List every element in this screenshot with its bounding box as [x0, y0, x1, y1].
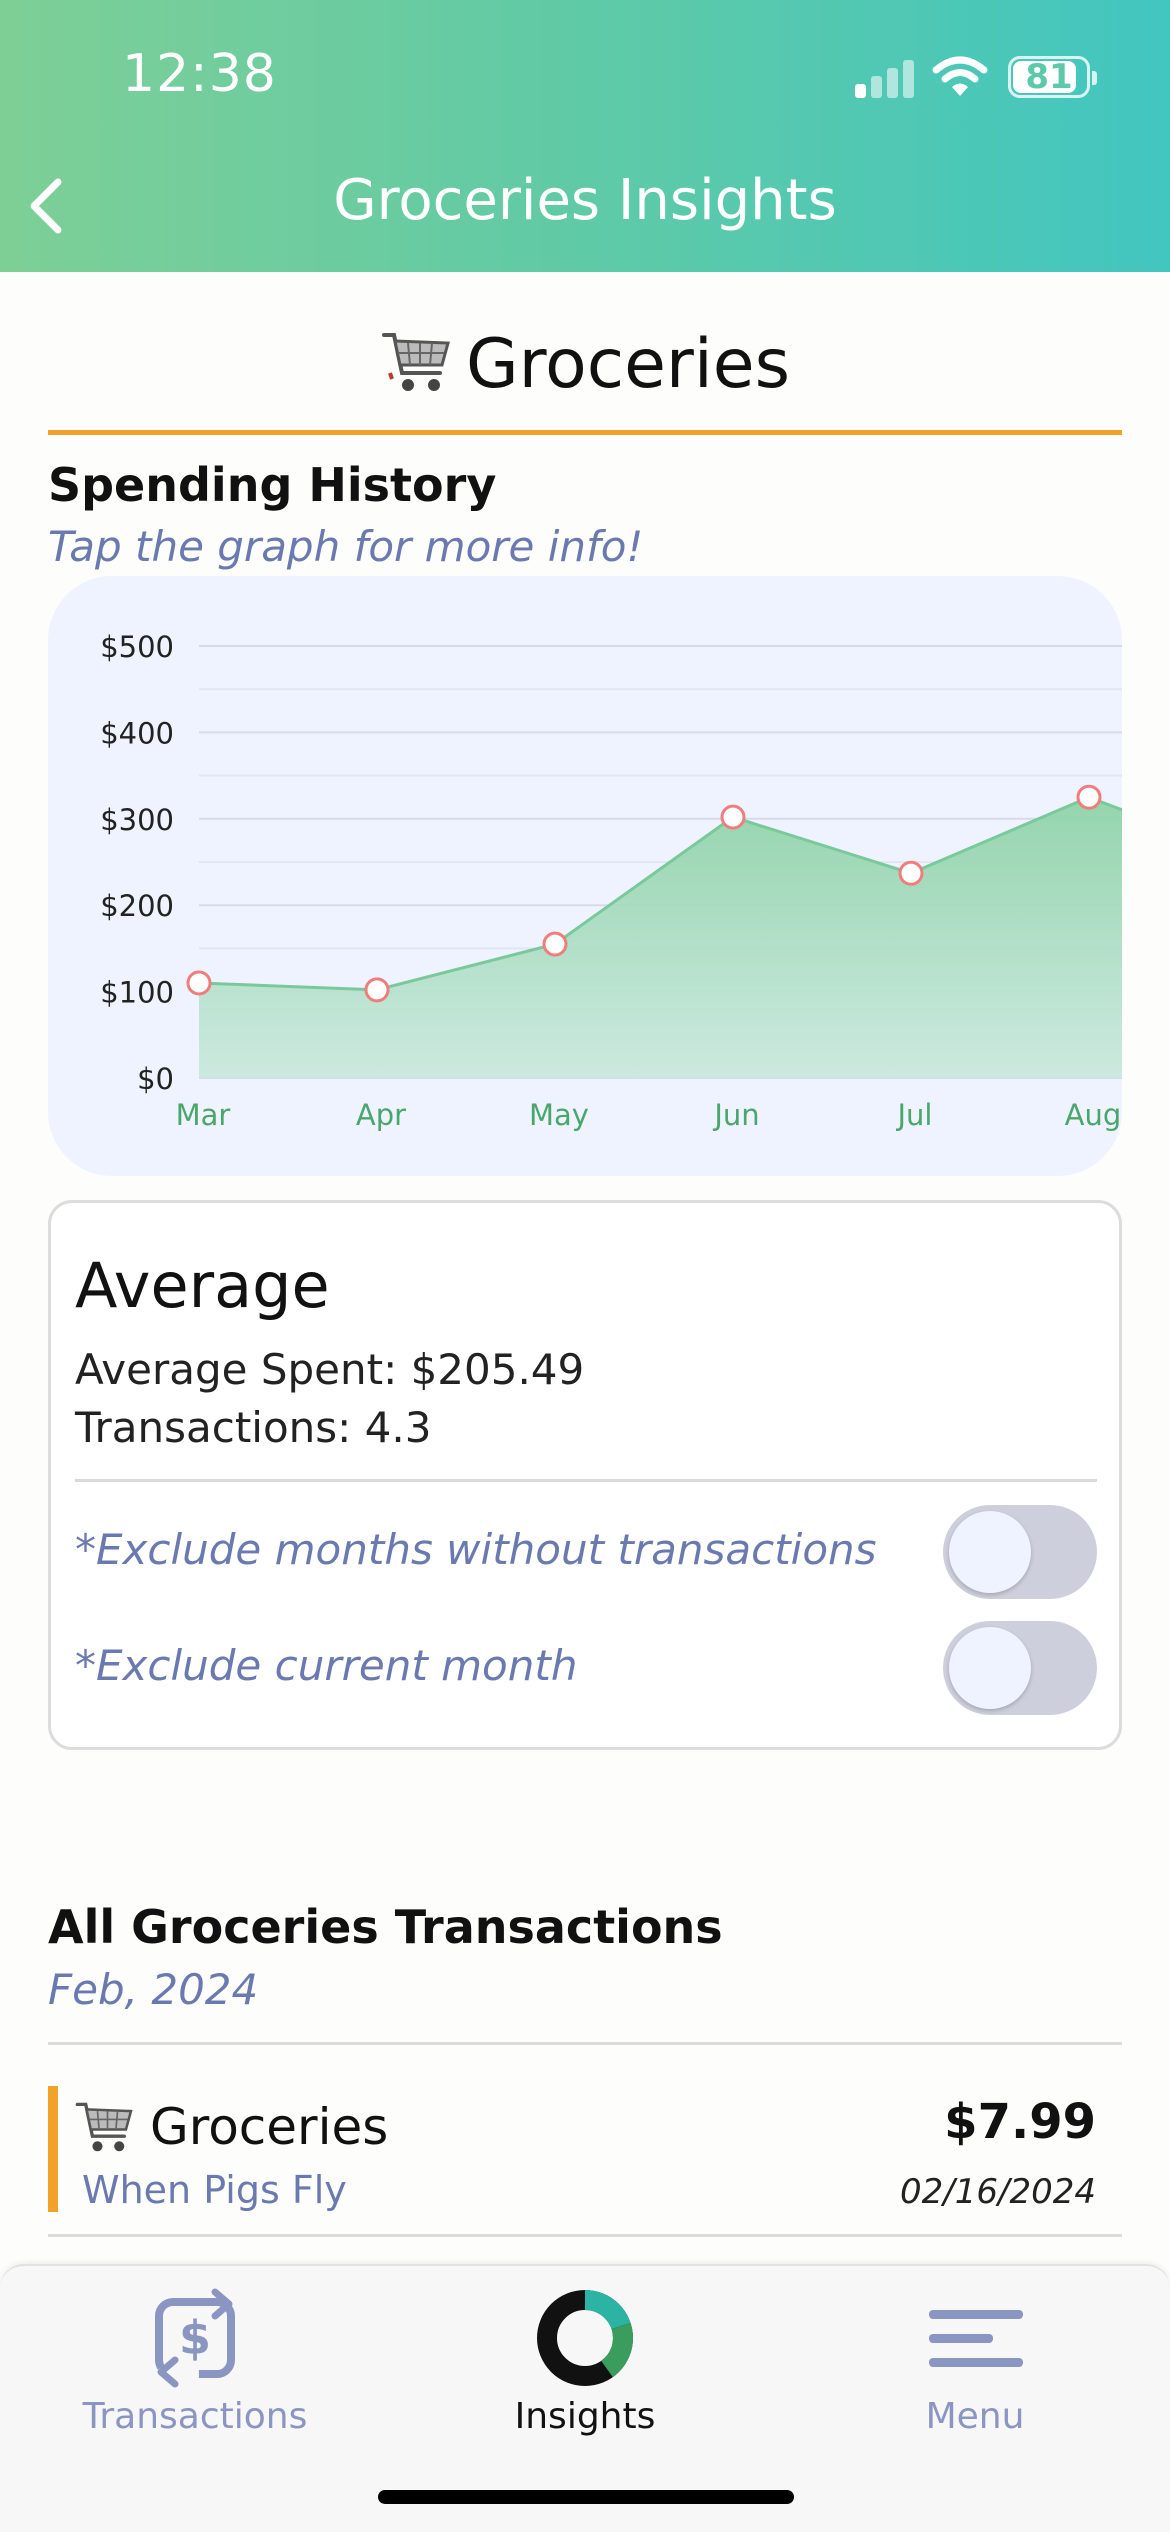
tab-menu[interactable]: Menu — [780, 2266, 1170, 2466]
y-tick-label: $200 — [100, 889, 174, 923]
transactions-month: Feb, 2024 — [48, 1965, 259, 2014]
average-title: Average — [75, 1249, 330, 1322]
average-spent: Average Spent: $205.49 — [75, 1345, 585, 1394]
exclude-current-month-toggle[interactable] — [943, 1621, 1097, 1715]
data-point — [186, 970, 212, 996]
cellular-signal-icon — [855, 58, 915, 98]
svg-text:$: $ — [179, 2311, 211, 2365]
y-tick-label: $400 — [100, 716, 174, 750]
shopping-cart-icon — [381, 333, 450, 391]
data-point — [364, 977, 390, 1003]
y-tick-label: $100 — [100, 976, 174, 1010]
tab-transactions[interactable]: $ Transactions — [0, 2266, 390, 2466]
y-tick-label: $300 — [100, 803, 174, 837]
transactions-icon: $ — [155, 2288, 235, 2388]
page-title: Groceries Insights — [333, 168, 837, 233]
x-tick-label: Apr — [356, 1098, 406, 1132]
battery-level: 81 — [1025, 57, 1073, 97]
app-header: 12:38 81 Groceries Insights — [0, 0, 1170, 272]
x-tick-label: Jun — [712, 1098, 759, 1132]
series-area — [199, 797, 1122, 1078]
x-tick-label: May — [529, 1098, 589, 1132]
tab-menu-label: Menu — [925, 2396, 1025, 2437]
status-time: 12:38 — [122, 44, 277, 104]
spending-history-subtitle: Tap the graph for more info! — [48, 522, 644, 571]
data-point — [898, 860, 924, 886]
transaction-row[interactable]: Groceries When Pigs Fly $7.99 02/16/2024 — [48, 2086, 1122, 2212]
category-color-bar — [48, 2086, 58, 2212]
data-point — [720, 804, 746, 830]
transaction-date: 02/16/2024 — [900, 2172, 1096, 2212]
spending-history-title: Spending History — [48, 458, 497, 512]
spending-chart-svg[interactable]: $500 $400 $300 $200 $100 $0Mar Apr May Jun Jul Aug — [48, 576, 1122, 1176]
wifi-icon — [932, 56, 988, 96]
tab-insights-label: Insights — [514, 2396, 656, 2437]
x-tick-label: Jul — [896, 1098, 933, 1132]
home-indicator — [378, 2490, 794, 2504]
transaction-category: Groceries — [150, 2098, 389, 2156]
exclude-empty-months-toggle[interactable] — [943, 1505, 1097, 1599]
category-divider — [48, 430, 1122, 435]
transaction-amount: $7.99 — [944, 2094, 1096, 2150]
exclude-empty-months-label: *Exclude months without transactions — [75, 1525, 877, 1574]
insights-donut-icon — [537, 2290, 633, 2386]
y-tick-label: $0 — [137, 1062, 174, 1096]
x-tick-label: Mar — [176, 1098, 231, 1132]
shopping-cart-icon — [75, 2102, 133, 2152]
list-divider — [48, 2042, 1122, 2045]
category-name: Groceries — [465, 325, 791, 404]
data-point — [1076, 784, 1102, 810]
menu-icon — [929, 2310, 1023, 2367]
spending-chart[interactable]: $500 $400 $300 $200 $100 $0 Mar Apr May Jun Jul Aug — [48, 576, 1122, 1176]
tab-insights[interactable]: Insights — [390, 2266, 780, 2466]
exclude-current-month-label: *Exclude current month — [75, 1641, 578, 1690]
x-tick-label: Aug — [1065, 1098, 1122, 1132]
average-card: Average Average Spent: $205.49 Transacti… — [48, 1200, 1122, 1750]
transactions-list-title: All Groceries Transactions — [48, 1900, 723, 1954]
battery-icon: 81 — [1008, 56, 1097, 98]
category-heading: Groceries — [0, 325, 1170, 404]
transaction-merchant: When Pigs Fly — [82, 2168, 347, 2212]
tab-transactions-label: Transactions — [82, 2396, 308, 2437]
list-divider — [48, 2234, 1122, 2237]
y-tick-label: $500 — [100, 630, 174, 664]
average-transactions: Transactions: 4.3 — [75, 1403, 432, 1452]
average-divider — [75, 1479, 1097, 1482]
data-point — [542, 931, 568, 957]
